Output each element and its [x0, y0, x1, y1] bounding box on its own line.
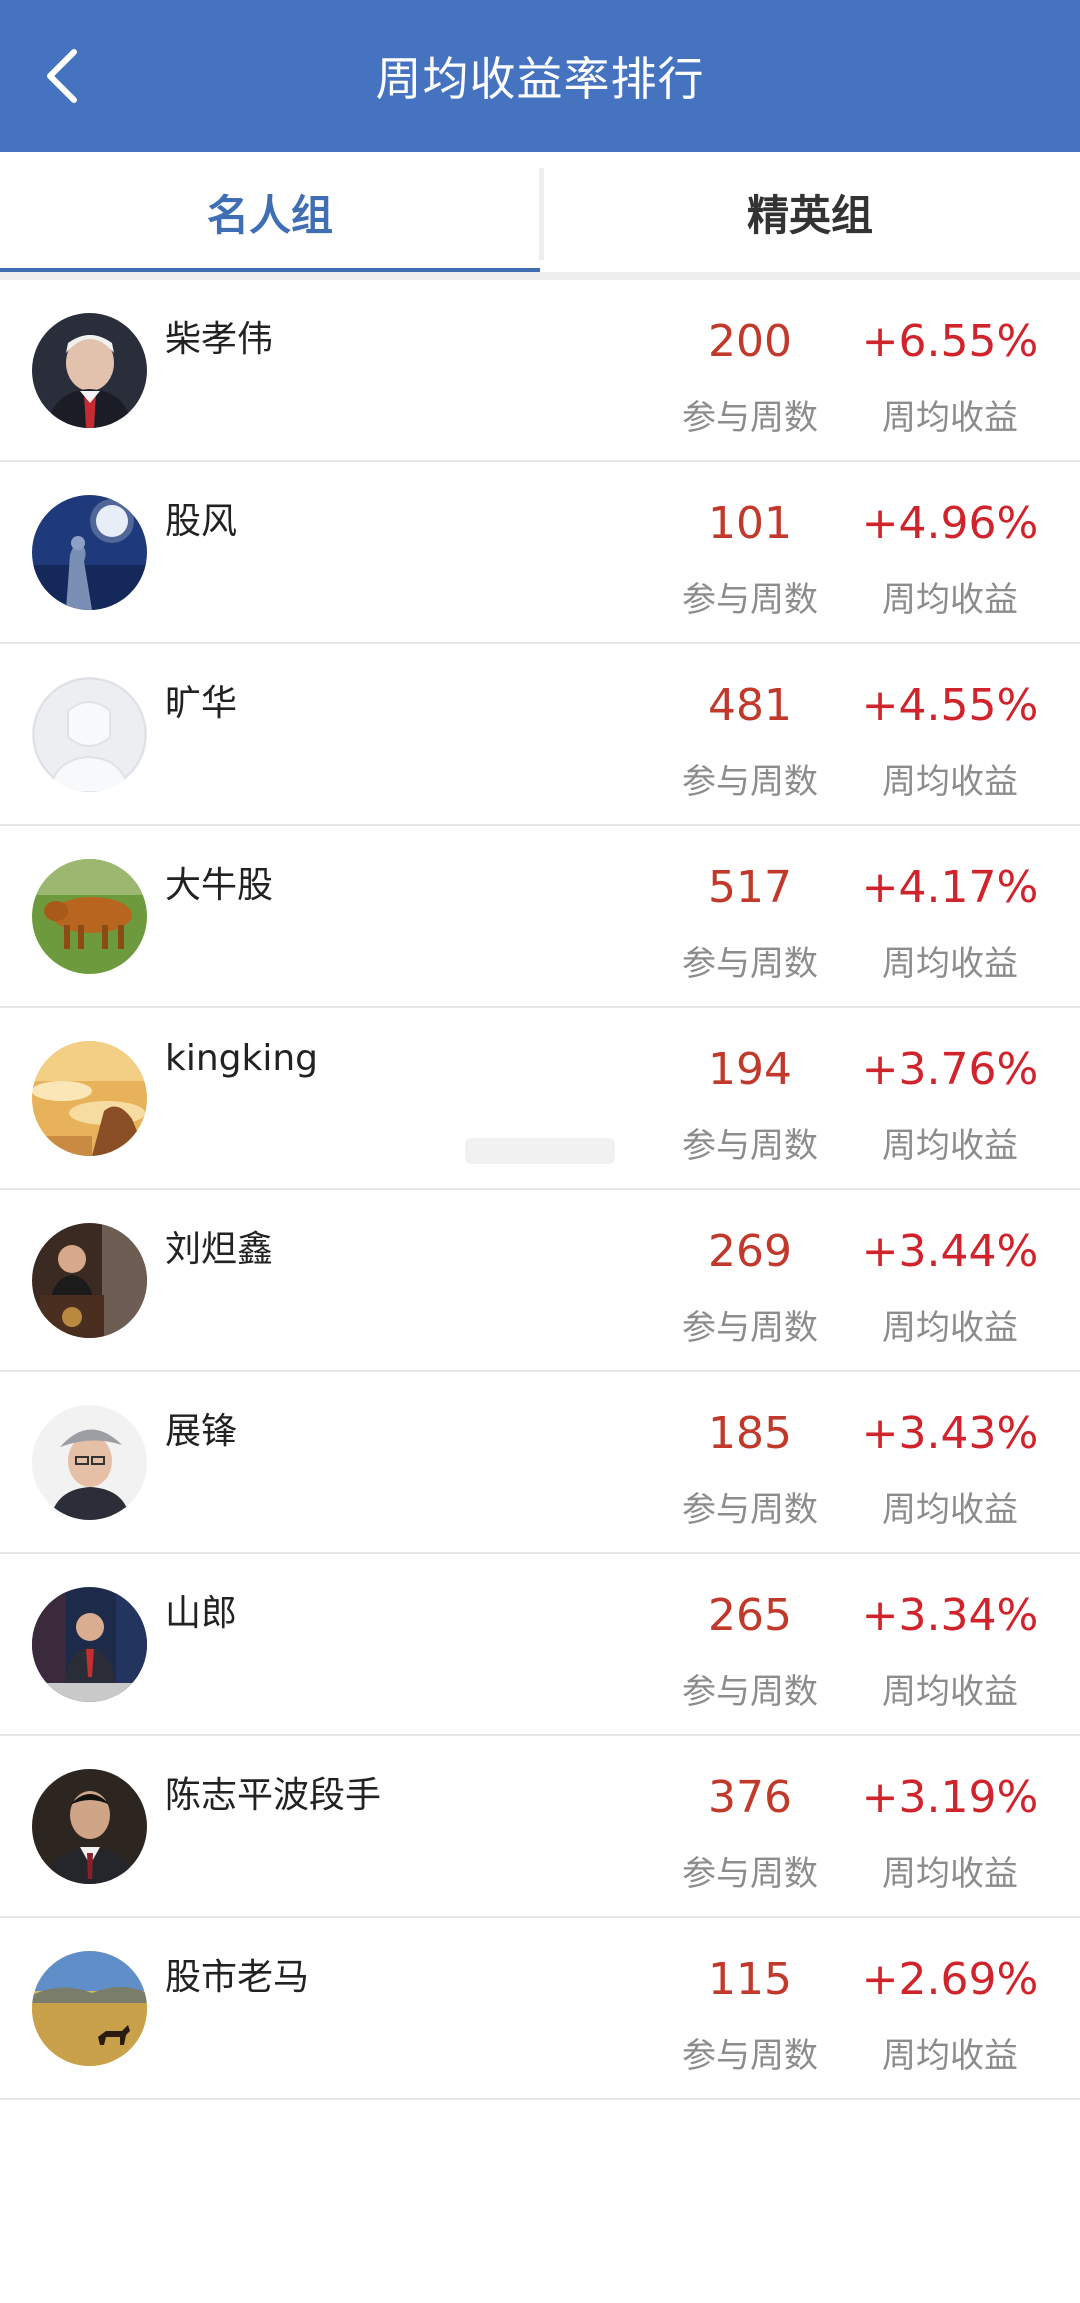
weeks-count: 265 — [708, 1590, 792, 1641]
gain-label: 周均收益 — [882, 1854, 1018, 1894]
weeks-label: 参与周数 — [682, 2036, 818, 2076]
user-name: 股风 — [165, 501, 238, 542]
watermark-smudge — [465, 1138, 615, 1164]
user-name: 股市老马 — [165, 1957, 310, 1998]
gain-label: 周均收益 — [882, 1308, 1018, 1348]
weeks-count: 194 — [708, 1044, 792, 1095]
chevron-left-icon — [47, 49, 77, 103]
user-name: 陈志平波段手 — [165, 1775, 382, 1816]
weeks-label: 参与周数 — [682, 1672, 818, 1712]
ranking-row[interactable]: 柴孝伟 200 参与周数 +6.55% 周均收益 — [0, 280, 1080, 462]
user-name: kingking — [165, 1038, 319, 1079]
gain-label: 周均收益 — [882, 580, 1018, 620]
avatar[interactable] — [32, 1405, 147, 1520]
weeks-count: 185 — [708, 1408, 792, 1459]
gain-label: 周均收益 — [882, 1126, 1018, 1166]
gain-label: 周均收益 — [882, 762, 1018, 802]
ranking-list: 柴孝伟 200 参与周数 +6.55% 周均收益 股风 101 参与周数 +4.… — [0, 280, 1080, 2100]
weekly-gain: +4.55% — [861, 680, 1039, 731]
gain-label: 周均收益 — [882, 2036, 1018, 2076]
weeks-label: 参与周数 — [682, 1126, 818, 1166]
gain-label: 周均收益 — [882, 1672, 1018, 1712]
tab-celebrity-group[interactable]: 名人组 — [0, 152, 540, 272]
weekly-gain: +2.69% — [861, 1954, 1039, 2005]
gain-label: 周均收益 — [882, 1490, 1018, 1530]
weekly-gain: +3.76% — [861, 1044, 1039, 1095]
weeks-label: 参与周数 — [682, 1490, 818, 1530]
gain-label: 周均收益 — [882, 944, 1018, 984]
weeks-label: 参与周数 — [682, 580, 818, 620]
avatar[interactable] — [32, 1587, 147, 1702]
weeks-count: 517 — [708, 862, 792, 913]
user-name: 旷华 — [165, 683, 238, 724]
weeks-count: 200 — [708, 316, 792, 367]
avatar[interactable] — [32, 495, 147, 610]
ranking-row[interactable]: 展锋 185 参与周数 +3.43% 周均收益 — [0, 1372, 1080, 1554]
weeks-count: 101 — [708, 498, 792, 549]
weeks-label: 参与周数 — [682, 1308, 818, 1348]
avatar[interactable] — [32, 1951, 147, 2066]
weeks-count: 376 — [708, 1772, 792, 1823]
page-title: 周均收益率排行 — [375, 52, 705, 106]
weeks-label: 参与周数 — [682, 762, 818, 802]
weekly-gain: +6.55% — [861, 316, 1039, 367]
avatar[interactable] — [32, 1041, 147, 1156]
weeks-count: 269 — [708, 1226, 792, 1277]
ranking-row[interactable]: 陈志平波段手 376 参与周数 +3.19% 周均收益 — [0, 1736, 1080, 1918]
tabs-separator — [0, 272, 1080, 280]
top-app-bar: 周均收益率排行 — [0, 0, 1080, 152]
weekly-gain: +3.44% — [861, 1226, 1039, 1277]
user-name: 大牛股 — [165, 865, 274, 906]
tab-label: 名人组 — [206, 190, 333, 240]
weekly-gain: +4.96% — [861, 498, 1039, 549]
weekly-gain: +4.17% — [861, 862, 1039, 913]
ranking-row[interactable]: 刘炟鑫 269 参与周数 +3.44% 周均收益 — [0, 1190, 1080, 1372]
user-name: 山郎 — [165, 1593, 238, 1634]
ranking-row[interactable]: 旷华 481 参与周数 +4.55% 周均收益 — [0, 644, 1080, 826]
avatar[interactable] — [32, 1769, 147, 1884]
weekly-gain: +3.34% — [861, 1590, 1039, 1641]
weeks-label: 参与周数 — [682, 398, 818, 438]
avatar[interactable] — [32, 677, 147, 792]
gain-label: 周均收益 — [882, 398, 1018, 438]
weeks-count: 481 — [708, 680, 792, 731]
ranking-row[interactable]: 山郎 265 参与周数 +3.34% 周均收益 — [0, 1554, 1080, 1736]
weekly-gain: +3.19% — [861, 1772, 1039, 1823]
user-name: 柴孝伟 — [165, 319, 274, 360]
weeks-count: 115 — [708, 1954, 792, 2005]
user-name: 刘炟鑫 — [165, 1229, 274, 1270]
tab-divider — [539, 168, 544, 260]
avatar[interactable] — [32, 859, 147, 974]
avatar[interactable] — [32, 313, 147, 428]
back-button[interactable] — [22, 36, 102, 116]
tab-label: 精英组 — [746, 190, 873, 240]
weeks-label: 参与周数 — [682, 1854, 818, 1894]
ranking-row[interactable]: 股风 101 参与周数 +4.96% 周均收益 — [0, 462, 1080, 644]
weekly-gain: +3.43% — [861, 1408, 1039, 1459]
ranking-row[interactable]: 股市老马 115 参与周数 +2.69% 周均收益 — [0, 1918, 1080, 2100]
weeks-label: 参与周数 — [682, 944, 818, 984]
user-name: 展锋 — [165, 1411, 238, 1452]
ranking-row[interactable]: 大牛股 517 参与周数 +4.17% 周均收益 — [0, 826, 1080, 1008]
avatar[interactable] — [32, 1223, 147, 1338]
tab-elite-group[interactable]: 精英组 — [540, 152, 1080, 272]
